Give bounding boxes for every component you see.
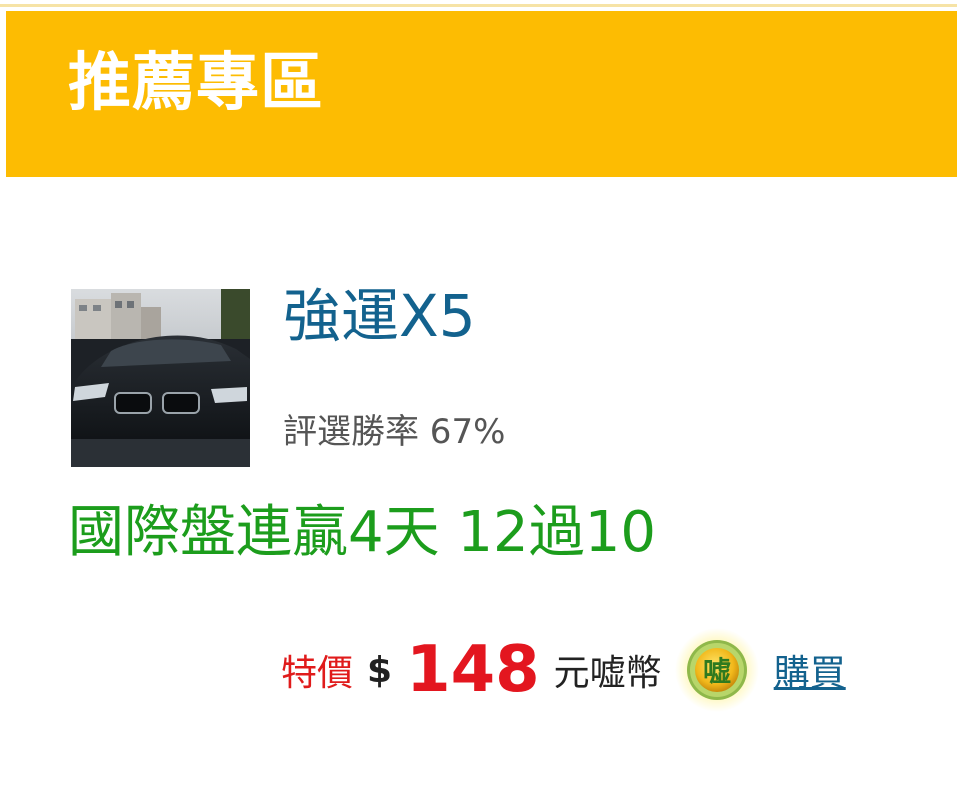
coin-glyph: 嘘 <box>703 655 731 688</box>
buy-link[interactable]: 購買 <box>774 644 846 696</box>
section-header: 推薦專區 <box>6 11 957 177</box>
price-row: 特價 $ 148 元嘘幣 嘘 購買 <box>281 625 846 715</box>
price-unit: 元嘘幣 <box>553 653 662 694</box>
product-name[interactable]: 強運X5 <box>283 284 476 349</box>
special-price-label: 特價 <box>281 653 354 694</box>
price-amount: 148 <box>406 633 540 707</box>
page: 推薦專區 強運X5 評選勝率 67% 國際盤連贏4天 12過10 特價 $ 14… <box>0 0 957 800</box>
win-rate-text: 評選勝率 67% <box>283 412 506 452</box>
currency-symbol: $ <box>367 649 393 691</box>
recommendation-card[interactable]: 強運X5 評選勝率 67% 國際盤連贏4天 12過10 特價 $ 148 元嘘幣 <box>0 177 957 800</box>
coin-icon: 嘘 <box>674 627 760 713</box>
top-divider <box>0 4 957 7</box>
promo-text: 國際盤連贏4天 12過10 <box>68 500 656 565</box>
product-thumbnail[interactable] <box>71 289 250 467</box>
section-title: 推薦專區 <box>68 46 324 119</box>
car-photo-icon <box>71 289 250 467</box>
